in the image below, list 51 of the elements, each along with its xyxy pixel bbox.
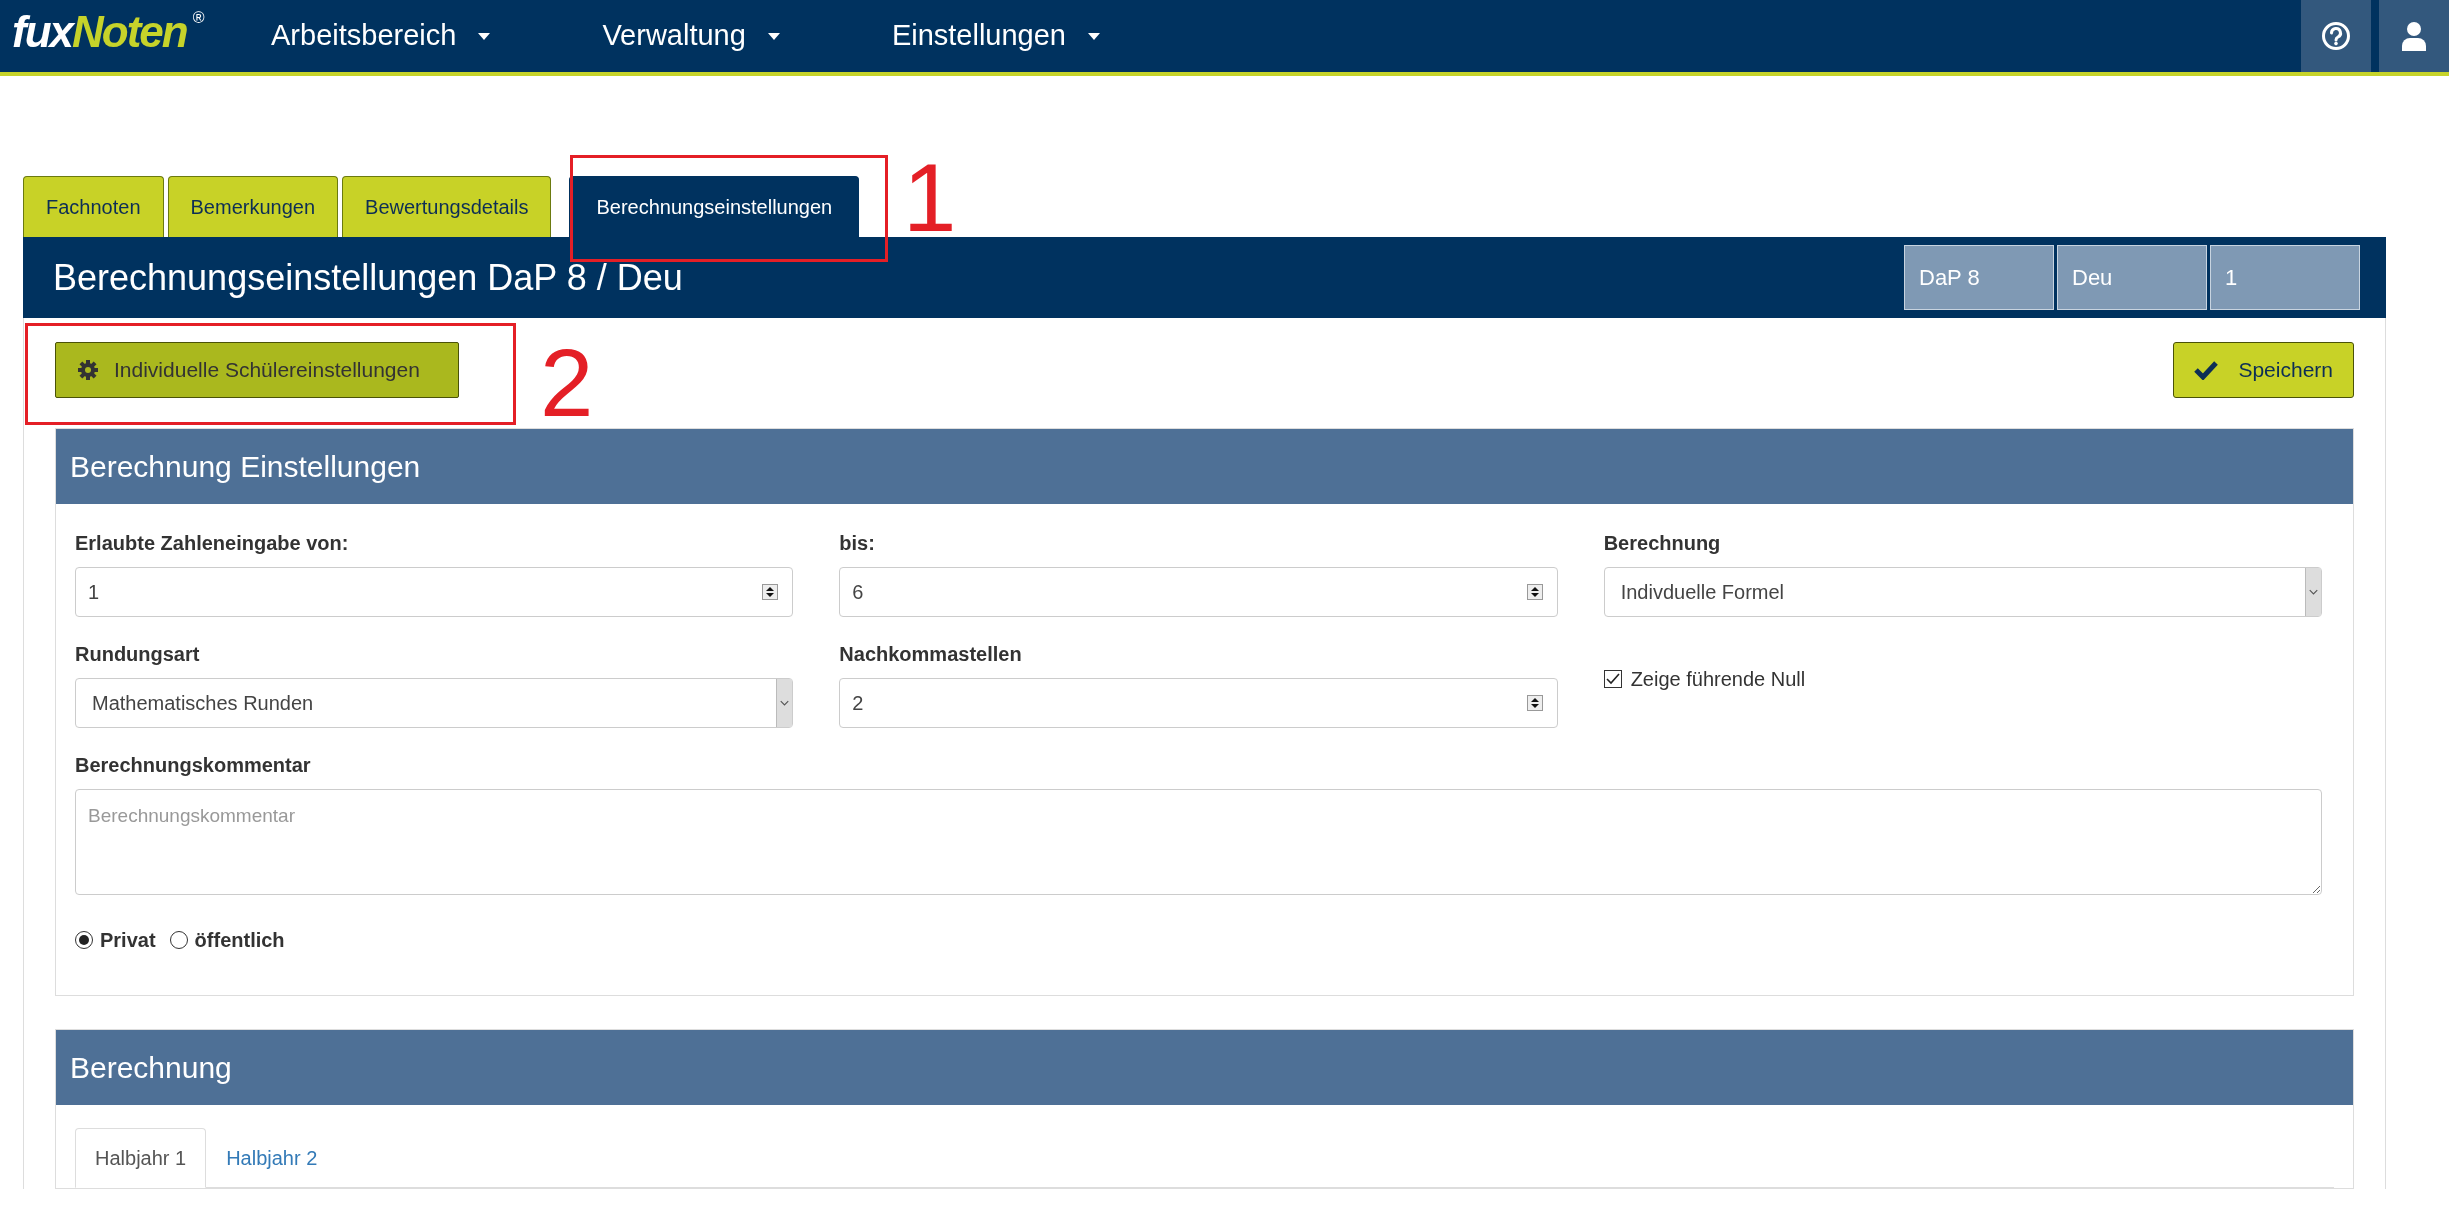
tab[interactable]: Halbjahr 1 [75, 1128, 207, 1188]
field-label: bis: [839, 531, 876, 556]
tab[interactable]: Bewertungsdetails [342, 176, 552, 237]
spinner-icon [1526, 584, 1543, 600]
number-field[interactable]: 2 [839, 678, 1558, 728]
context-badge: Deu [2057, 245, 2207, 310]
tab[interactable]: Halbjahr 2 [206, 1128, 338, 1188]
annotation-number: 2 [540, 335, 594, 431]
field-label: Berechnung [1603, 531, 1722, 556]
caret-icon [478, 32, 491, 40]
radio-label: öffentlich [194, 928, 285, 953]
field-label: Berechnungskommentar [75, 753, 312, 778]
dropdown-caret-icon [776, 679, 793, 727]
tab[interactable]: Fachnoten [23, 176, 164, 237]
checkbox[interactable] [1603, 670, 1622, 688]
number-field[interactable]: 1 [75, 567, 794, 617]
student-settings-button[interactable]: Individuelle Schülereinstellungen [55, 342, 459, 398]
spinner-icon [1526, 695, 1543, 711]
field-label: Nachkommastellen [839, 642, 1023, 667]
menu-item[interactable]: Einstellungen [885, 0, 1106, 72]
field-label: Erlaubte Zahleneingabe von: [75, 531, 350, 556]
logo: fuxNoten [12, 10, 187, 54]
save-button[interactable]: Speichern [2173, 342, 2354, 398]
panel-title: Berechnung [56, 1030, 2353, 1105]
menu-item[interactable]: Verwaltung [596, 0, 786, 72]
help-button[interactable] [2301, 0, 2371, 72]
menu-item[interactable]: Arbeitsbereich [265, 0, 497, 72]
context-badge: DaP 8 [1904, 245, 2054, 310]
comment-field[interactable]: Berechnungskommentar [75, 789, 2322, 895]
tab[interactable]: Berechnungseinstellungen [569, 176, 860, 237]
context-badge: 1 [2210, 245, 2360, 310]
registered-mark: ® [192, 10, 205, 26]
tab[interactable]: Bemerkungen [167, 176, 339, 237]
page-title: Berechnungseinstellungen DaP 8 / Deu [53, 255, 683, 300]
caret-icon [1088, 32, 1100, 40]
number-field[interactable]: 6 [839, 567, 1558, 617]
spinner-icon [762, 584, 779, 600]
user-icon [2400, 21, 2428, 51]
radio-label: Privat [100, 928, 156, 953]
dropdown-field[interactable]: Indivduelle Formel [1603, 567, 2322, 617]
checkbox-label: Zeige führende Null [1630, 667, 1806, 692]
panel-title: Berechnung Einstellungen [56, 429, 2353, 504]
field-label: Rundungsart [75, 642, 201, 667]
dropdown-caret-icon [2305, 568, 2321, 616]
user-button[interactable] [2379, 0, 2449, 72]
gear-icon [78, 360, 98, 380]
annotation-number: 1 [903, 150, 957, 246]
caret-icon [767, 32, 780, 40]
dropdown-field[interactable]: Mathematisches Runden [75, 678, 794, 728]
help-icon [2321, 21, 2351, 51]
check-icon [2194, 360, 2219, 380]
